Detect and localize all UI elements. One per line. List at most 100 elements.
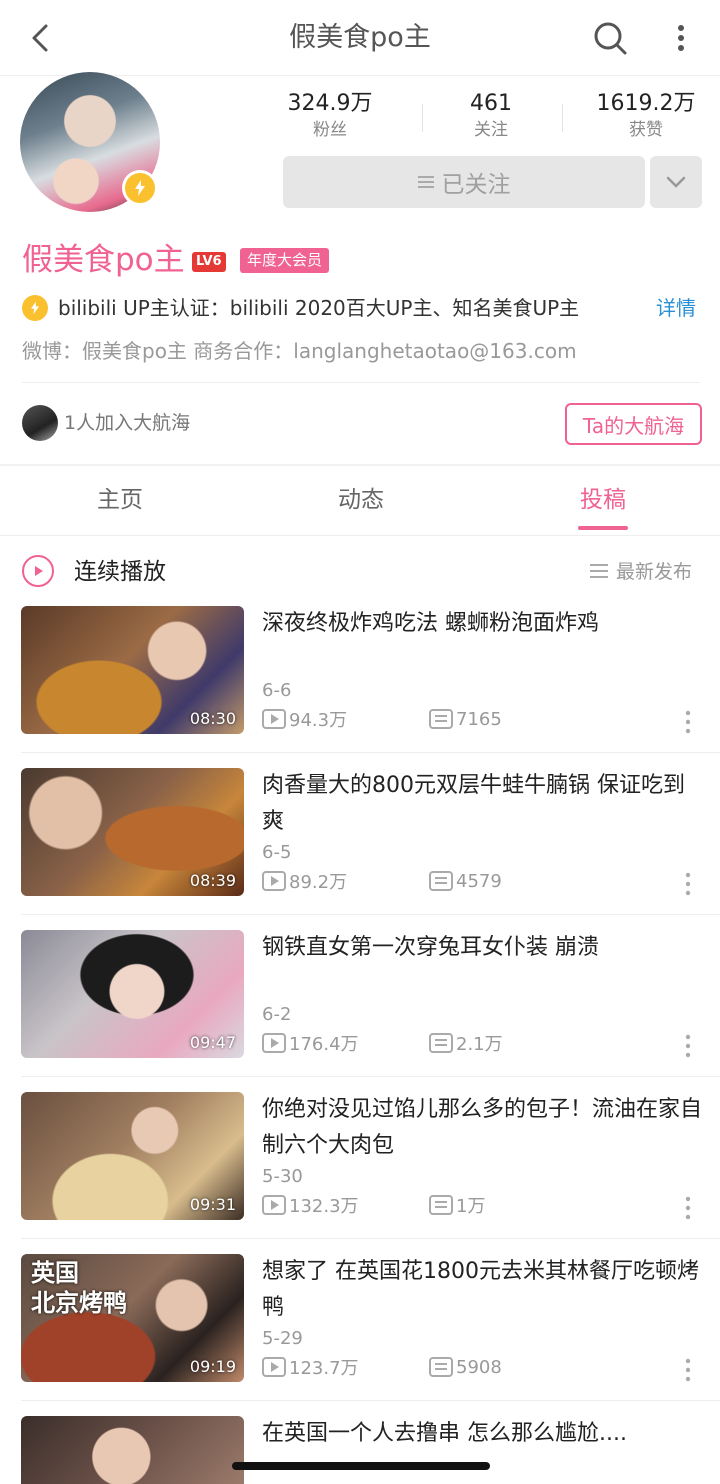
vip-badge: 年度大会员 — [240, 248, 330, 273]
active-tab-indicator — [578, 526, 628, 530]
follow-button[interactable]: 已关注 — [283, 156, 645, 208]
video-title[interactable]: 钢铁直女第一次穿兔耳女仆装 崩溃 — [262, 930, 702, 966]
divider — [21, 1238, 720, 1239]
divider — [21, 914, 720, 915]
video-stats: 123.7万 5908 — [262, 1354, 502, 1380]
video-title[interactable]: 想家了 在英国花1800元去米其林餐厅吃顿烤鸭 — [262, 1254, 702, 1326]
profile-name: 假美食po主 — [22, 242, 185, 278]
danmaku-icon — [429, 709, 453, 729]
level-badge: LV6 — [192, 252, 226, 272]
video-thumbnail[interactable]: 英国 北京烤鸭 09:19 — [21, 1254, 244, 1382]
more-vertical-icon[interactable] — [682, 1034, 694, 1058]
continuous-play-label[interactable]: 连续播放 — [74, 556, 166, 588]
play-count-icon — [262, 1033, 286, 1053]
crew-count-text[interactable]: 1人加入大航海 — [64, 408, 190, 438]
stat-label: 粉丝 — [313, 120, 347, 140]
video-duration: 09:47 — [189, 1033, 236, 1052]
tab-dynamics[interactable]: 动态 — [301, 484, 421, 516]
view-count: 123.7万 — [289, 1358, 359, 1379]
video-date: 5-29 — [262, 1328, 303, 1349]
video-title[interactable]: 深夜终极炸鸡吃法 螺蛳粉泡面炸鸡 — [262, 606, 702, 642]
danmaku-count: 5908 — [456, 1356, 502, 1378]
play-count-icon — [262, 871, 286, 891]
detail-link[interactable]: 详情 — [656, 292, 696, 324]
video-duration: 08:30 — [189, 709, 236, 728]
divider — [21, 1400, 720, 1401]
video-item[interactable]: 08:30 深夜终极炸鸡吃法 螺蛳粉泡面炸鸡 6-6 94.3万 7165 — [0, 606, 720, 768]
more-vertical-icon[interactable] — [666, 18, 696, 58]
more-vertical-icon[interactable] — [682, 710, 694, 734]
danmaku-count: 7165 — [456, 708, 502, 730]
video-title[interactable]: 你绝对没见过馅儿那么多的包子！流油在家自制六个大肉包 — [262, 1092, 702, 1164]
video-item[interactable]: 09:31 你绝对没见过馅儿那么多的包子！流油在家自制六个大肉包 5-30 13… — [0, 1092, 720, 1254]
tab-home[interactable]: 主页 — [60, 484, 180, 516]
view-count: 89.2万 — [289, 872, 348, 893]
thumbnail-caption: 英国 北京烤鸭 — [31, 1259, 127, 1317]
divider — [22, 382, 700, 383]
top-bar: 假美食po主 — [0, 0, 720, 76]
video-item[interactable]: 08:39 肉香量大的800元双层牛蛙牛腩锅 保证吃到爽 6-5 89.2万 4… — [0, 768, 720, 930]
stat-value: 324.9万 — [287, 91, 373, 116]
video-thumbnail[interactable]: 09:47 — [21, 930, 244, 1058]
video-item[interactable]: 英国 北京烤鸭 09:19 想家了 在英国花1800元去米其林餐厅吃顿烤鸭 5-… — [0, 1254, 720, 1416]
danmaku-count: 1万 — [456, 1196, 486, 1217]
stat-likes[interactable]: 1619.2万 获赞 — [576, 90, 716, 142]
weibo-business-text: 微博：假美食po主 商务合作：langlanghetaotao@163.com — [22, 339, 577, 363]
stat-following[interactable]: 461 关注 — [421, 90, 561, 142]
view-count: 132.3万 — [289, 1196, 359, 1217]
video-date: 6-5 — [262, 842, 292, 863]
video-stats: 132.3万 1万 — [262, 1192, 485, 1218]
stat-followers[interactable]: 324.9万 粉丝 — [260, 90, 400, 142]
more-vertical-icon[interactable] — [682, 872, 694, 896]
more-vertical-icon[interactable] — [682, 1358, 694, 1382]
danmaku-count: 2.1万 — [456, 1034, 503, 1055]
tab-uploads[interactable]: 投稿 — [543, 484, 663, 516]
video-stats: 94.3万 7165 — [262, 706, 502, 732]
home-indicator[interactable] — [232, 1462, 490, 1470]
video-duration: 09:19 — [189, 1357, 236, 1376]
video-title[interactable]: 肉香量大的800元双层牛蛙牛腩锅 保证吃到爽 — [262, 768, 702, 840]
divider — [21, 752, 720, 753]
lightning-badge-icon — [122, 170, 158, 206]
video-date: 6-6 — [262, 680, 292, 701]
more-vertical-icon[interactable] — [682, 1196, 694, 1220]
danmaku-icon — [429, 871, 453, 891]
verification-text: bilibili UP主认证：bilibili 2020百大UP主、知名美食UP… — [58, 296, 580, 320]
video-item[interactable]: 在英国一个人去撸串 怎么那么尴尬.... — [0, 1416, 720, 1484]
video-stats: 176.4万 2.1万 — [262, 1030, 503, 1056]
play-count-icon — [262, 1357, 286, 1377]
video-thumbnail[interactable]: 09:31 — [21, 1092, 244, 1220]
search-icon[interactable] — [590, 18, 630, 58]
stat-label: 获赞 — [629, 120, 663, 140]
video-item[interactable]: 09:47 钢铁直女第一次穿兔耳女仆装 崩溃 6-2 176.4万 2.1万 — [0, 930, 720, 1092]
crew-button[interactable]: Ta的大航海 — [565, 403, 702, 445]
video-stats: 89.2万 4579 — [262, 868, 502, 894]
play-count-icon — [262, 709, 286, 729]
video-thumbnail[interactable]: 08:30 — [21, 606, 244, 734]
video-title[interactable]: 在英国一个人去撸串 怎么那么尴尬.... — [262, 1416, 702, 1452]
danmaku-icon — [429, 1357, 453, 1377]
chevron-down-icon — [666, 176, 686, 188]
stat-label: 关注 — [474, 120, 508, 140]
play-count-icon — [262, 1195, 286, 1215]
play-circle-icon[interactable] — [22, 555, 54, 587]
sort-label: 最新发布 — [616, 561, 693, 583]
danmaku-icon — [429, 1033, 453, 1053]
sort-lines-icon — [590, 564, 608, 578]
sort-button[interactable]: 最新发布 — [588, 558, 692, 586]
verified-lightning-icon — [22, 295, 48, 321]
video-duration: 08:39 — [189, 871, 236, 890]
video-thumbnail[interactable]: 08:39 — [21, 768, 244, 896]
follow-label: 已关注 — [441, 172, 511, 198]
video-date: 6-2 — [262, 1004, 292, 1025]
stat-value: 461 — [470, 91, 512, 116]
danmaku-count: 4579 — [456, 870, 502, 892]
video-duration: 09:31 — [189, 1195, 236, 1214]
follow-dropdown-button[interactable] — [650, 156, 702, 208]
video-thumbnail[interactable] — [21, 1416, 244, 1484]
divider — [21, 1076, 720, 1077]
view-count: 176.4万 — [289, 1034, 359, 1055]
video-date: 5-30 — [262, 1166, 303, 1187]
crew-member-avatar — [22, 405, 58, 441]
divider — [562, 104, 563, 132]
